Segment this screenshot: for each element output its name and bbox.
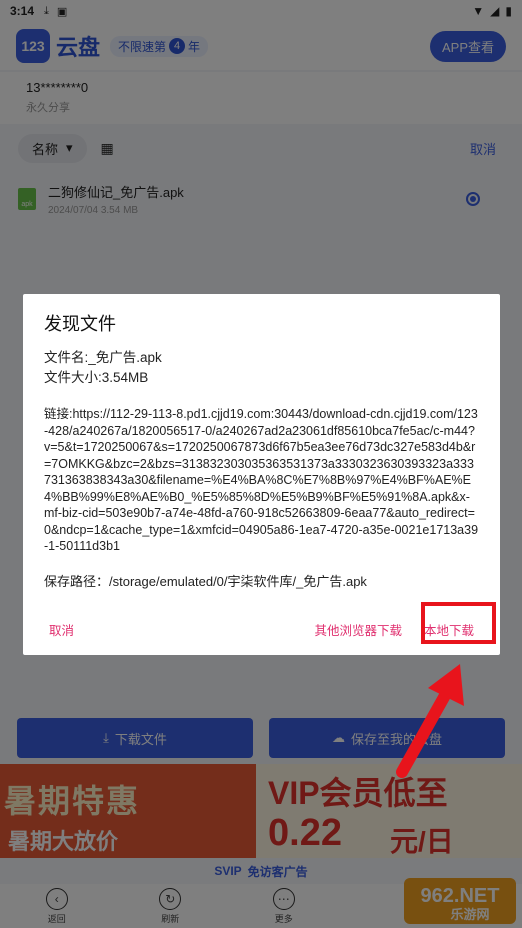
- dialog-file-name: 文件名:_免广告.apk: [44, 350, 162, 365]
- found-file-dialog: 发现文件 文件名:_免广告.apk 文件大小:3.54MB 链接:https:/…: [23, 294, 500, 655]
- dialog-save-path: 保存路径：/storage/emulated/0/宇柒软件库/_免广告.apk: [44, 573, 367, 589]
- highlight-box: [421, 602, 496, 644]
- dialog-link: 链接:https://112-29-113-8.pd1.cjjd19.com:3…: [44, 407, 479, 553]
- dialog-cancel-button[interactable]: 取消: [49, 620, 74, 639]
- other-browser-download-button[interactable]: 其他浏览器下载: [314, 620, 402, 639]
- dialog-file-size: 文件大小:3.54MB: [44, 370, 149, 385]
- arrow-shaft: [396, 684, 454, 778]
- dialog-title: 发现文件: [44, 314, 116, 334]
- pointer-arrow-icon: [396, 664, 464, 778]
